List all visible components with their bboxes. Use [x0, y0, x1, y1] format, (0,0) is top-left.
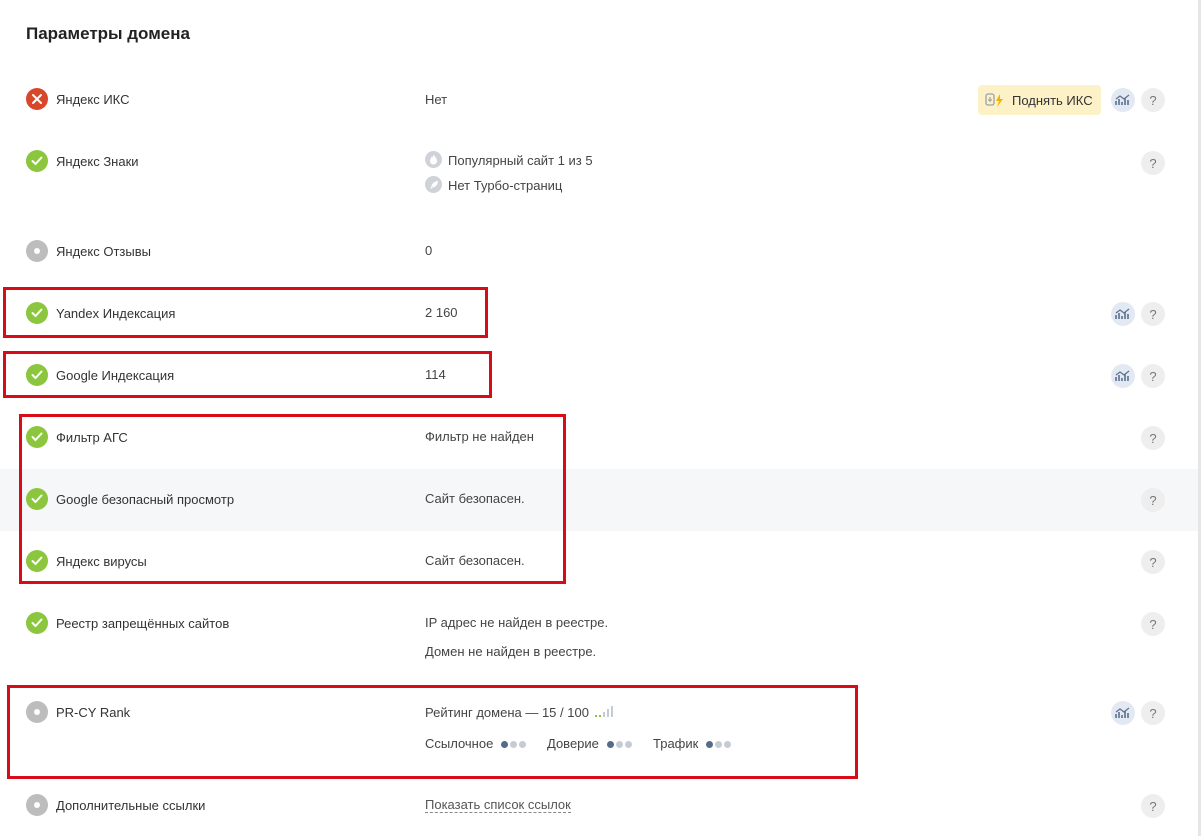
chart-button-iks[interactable]: [1111, 88, 1135, 112]
help-button-iks[interactable]: ?: [1141, 88, 1165, 112]
row-value-otzyvy: 0: [425, 243, 433, 258]
na-status-icon: [26, 240, 48, 262]
rocket-icon: [425, 176, 442, 193]
chart-button-prcy[interactable]: [1111, 701, 1135, 725]
row-label-iks: Яндекс ИКС: [56, 92, 130, 107]
help-button-yandex-index[interactable]: ?: [1141, 302, 1165, 326]
chart-button-google-index[interactable]: [1111, 364, 1135, 388]
show-links-link[interactable]: Показать список ссылок: [425, 797, 571, 813]
row-value-iks: Нет: [425, 92, 448, 107]
ok-status-icon: [26, 150, 48, 172]
highlight-box: [3, 287, 488, 338]
znaki-popular: Популярный сайт 1 из 5: [448, 153, 593, 168]
highlight-box: [7, 685, 858, 779]
chart-icon: [1115, 308, 1130, 319]
ok-status-icon: [26, 612, 48, 634]
chart-icon: [1115, 94, 1130, 105]
chart-icon: [1115, 707, 1130, 718]
fire-icon: [425, 151, 442, 168]
raise-icon: [985, 93, 1003, 107]
help-button-extra-links[interactable]: ?: [1141, 794, 1165, 818]
help-button-google-safe[interactable]: ?: [1141, 488, 1165, 512]
na-status-icon: [26, 794, 48, 816]
row-label-extra-links: Дополнительные ссылки: [56, 798, 206, 813]
error-status-icon: [26, 88, 48, 110]
reestr-ip: IP адрес не найден в реестре.: [425, 615, 609, 630]
highlight-box: [19, 414, 566, 584]
help-button-znaki[interactable]: ?: [1141, 151, 1165, 175]
chart-icon: [1115, 370, 1130, 381]
help-button-ags[interactable]: ?: [1141, 426, 1165, 450]
raise-iks-label: Поднять ИКС: [1012, 92, 1093, 108]
row-label-reestr: Реестр запрещённых сайтов: [56, 616, 230, 631]
row-label-otzyvy: Яндекс Отзывы: [56, 244, 151, 259]
help-button-reestr[interactable]: ?: [1141, 612, 1165, 636]
raise-iks-button[interactable]: Поднять ИКС: [978, 85, 1101, 115]
chart-button-yandex-index[interactable]: [1111, 302, 1135, 326]
reestr-domain: Домен не найден в реестре.: [425, 644, 597, 659]
row-label-znaki: Яндекс Знаки: [56, 154, 139, 169]
help-button-prcy[interactable]: ?: [1141, 701, 1165, 725]
highlight-box: [3, 351, 492, 398]
help-button-yandex-virus[interactable]: ?: [1141, 550, 1165, 574]
page-title: Параметры домена: [26, 24, 190, 43]
znaki-turbo: Нет Турбо-страниц: [448, 178, 563, 193]
help-button-google-index[interactable]: ?: [1141, 364, 1165, 388]
